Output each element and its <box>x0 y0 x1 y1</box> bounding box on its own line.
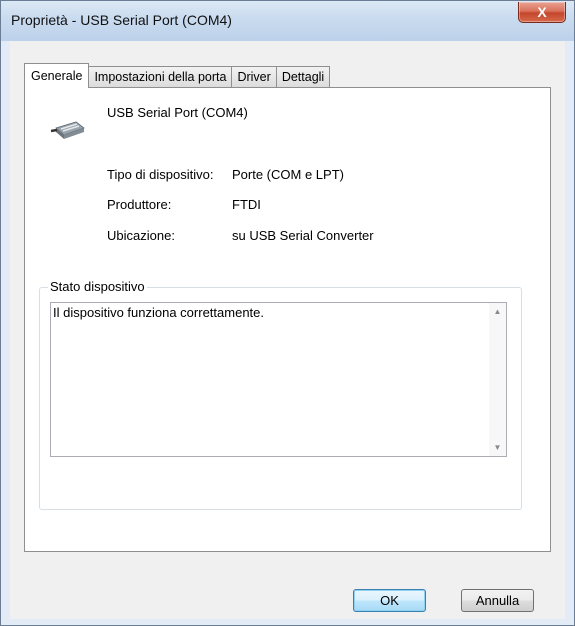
property-value: FTDI <box>232 197 261 212</box>
device-status-text: Il dispositivo funziona correttamente. <box>53 305 264 320</box>
tab-dettagli[interactable]: Dettagli <box>275 66 331 87</box>
property-row-manufacturer: Produttore: FTDI <box>107 197 261 212</box>
close-icon: X <box>537 4 547 20</box>
property-label: Produttore: <box>107 197 172 212</box>
tab-panel-generale: USB Serial Port (COM4) Tipo di dispositi… <box>24 87 551 552</box>
cancel-button[interactable]: Annulla <box>461 589 534 612</box>
properties-dialog: Proprietà - USB Serial Port (COM4) X Gen… <box>0 0 575 626</box>
device-status-group: Stato dispositivo Il dispositivo funzion… <box>39 279 522 510</box>
property-row-location: Ubicazione: su USB Serial Converter <box>107 228 374 243</box>
tab-driver[interactable]: Driver <box>231 66 277 87</box>
dialog-client-area: Generale Impostazioni della porta Driver… <box>10 41 565 619</box>
vertical-scrollbar[interactable]: ▲ ▼ <box>489 303 506 456</box>
property-label: Ubicazione: <box>107 228 175 243</box>
window-title: Proprietà - USB Serial Port (COM4) <box>11 12 232 28</box>
ok-button[interactable]: OK <box>353 589 426 612</box>
tab-strip: Generale Impostazioni della porta Driver… <box>24 63 331 88</box>
scroll-up-arrow-icon[interactable]: ▲ <box>489 303 506 320</box>
group-title: Stato dispositivo <box>48 279 147 294</box>
property-value: su USB Serial Converter <box>232 228 374 243</box>
title-bar[interactable]: Proprietà - USB Serial Port (COM4) X <box>1 1 574 41</box>
tab-impostazioni-porta[interactable]: Impostazioni della porta <box>88 66 233 87</box>
serial-port-connector-icon <box>50 121 85 139</box>
close-button[interactable]: X <box>518 2 566 23</box>
tab-generale[interactable]: Generale <box>24 63 90 88</box>
property-label: Tipo di dispositivo: <box>107 167 214 182</box>
property-value: Porte (COM e LPT) <box>232 167 344 182</box>
device-name: USB Serial Port (COM4) <box>107 105 248 120</box>
scroll-down-arrow-icon[interactable]: ▼ <box>489 439 506 456</box>
device-status-textbox[interactable]: Il dispositivo funziona correttamente. ▲… <box>50 302 507 457</box>
property-row-device-type: Tipo di dispositivo: Porte (COM e LPT) <box>107 167 344 182</box>
